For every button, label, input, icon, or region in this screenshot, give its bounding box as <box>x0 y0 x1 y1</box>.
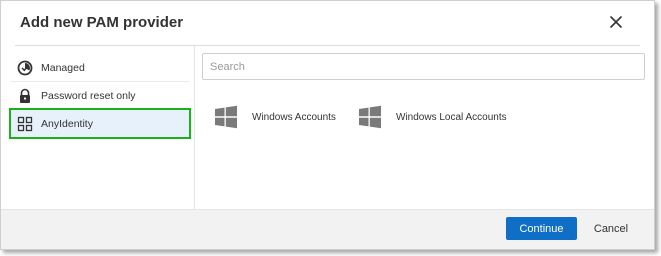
sidebar-item-anyidentity[interactable]: AnyIdentity <box>9 108 191 139</box>
windows-icon <box>359 105 381 129</box>
sidebar-item-label: Password reset only <box>41 89 136 102</box>
windows-icon <box>215 105 237 129</box>
sidebar-item-password-reset-only[interactable]: Password reset only <box>11 82 189 109</box>
grid-icon <box>17 116 33 132</box>
managed-icon <box>17 60 33 76</box>
provider-windows-accounts[interactable]: Windows Accounts <box>214 104 336 130</box>
search-input[interactable] <box>202 53 645 80</box>
provider-list-panel: Windows Accounts Windows Local Accounts <box>196 46 654 210</box>
provider-label: Windows Accounts <box>252 111 336 123</box>
provider-windows-local-accounts[interactable]: Windows Local Accounts <box>358 104 507 130</box>
sidebar-item-label: Managed <box>41 61 85 74</box>
provider-category-sidebar: Managed Password reset only AnyIdentity <box>1 46 195 210</box>
lock-icon <box>17 88 33 104</box>
close-button[interactable] <box>605 11 627 33</box>
sidebar-item-label: AnyIdentity <box>41 117 93 130</box>
continue-button[interactable]: Continue <box>506 217 577 240</box>
cancel-button[interactable]: Cancel <box>588 217 634 240</box>
provider-label: Windows Local Accounts <box>396 111 507 123</box>
add-pam-provider-dialog: Add new PAM provider Managed Password re… <box>0 0 655 250</box>
close-icon <box>610 16 622 28</box>
sidebar-item-managed[interactable]: Managed <box>11 54 189 81</box>
dialog-header: Add new PAM provider <box>1 1 654 46</box>
dialog-footer: Continue Cancel <box>1 209 654 249</box>
dialog-title: Add new PAM provider <box>20 14 184 31</box>
